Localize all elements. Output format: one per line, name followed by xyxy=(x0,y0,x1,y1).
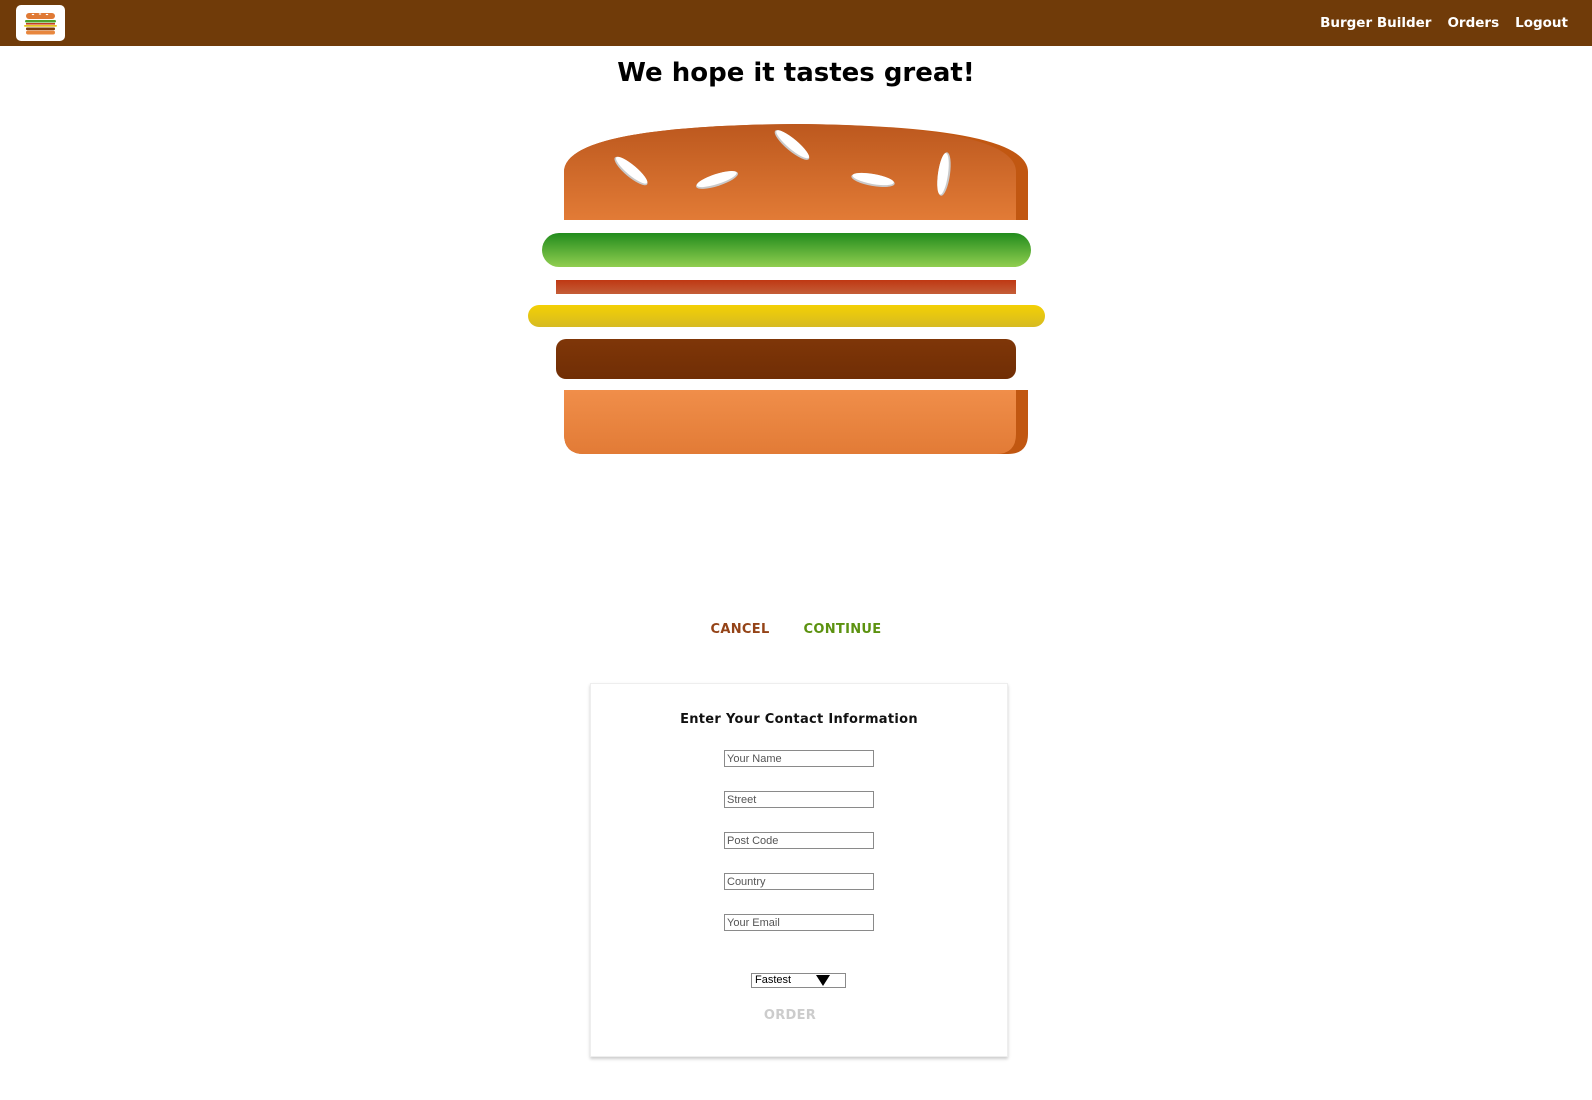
meat xyxy=(556,339,1016,379)
nav-logout[interactable]: Logout xyxy=(1515,15,1568,31)
continue-button[interactable]: CONTINUE xyxy=(804,622,882,637)
bread-top xyxy=(564,124,1028,220)
burger-preview xyxy=(520,120,1072,465)
bread-bottom xyxy=(564,390,1028,454)
cheese xyxy=(528,305,1045,327)
email-input[interactable] xyxy=(724,914,874,931)
form-heading: Enter Your Contact Information xyxy=(680,712,918,727)
order-button[interactable]: ORDER xyxy=(591,1008,1007,1023)
nav-orders[interactable]: Orders xyxy=(1447,15,1499,31)
bacon xyxy=(556,280,1016,294)
burger-logo[interactable] xyxy=(16,5,65,41)
toolbar: Burger Builder Orders Logout xyxy=(0,0,1592,46)
nav-burger-builder[interactable]: Burger Builder xyxy=(1320,15,1431,31)
name-input[interactable] xyxy=(724,750,874,767)
street-input[interactable] xyxy=(724,791,874,808)
burger-logo-icon xyxy=(24,13,57,35)
post-code-input[interactable] xyxy=(724,832,874,849)
delivery-method-select[interactable]: Fastest xyxy=(751,973,846,988)
main-nav: Burger Builder Orders Logout xyxy=(1304,0,1568,46)
dropdown-arrow-icon xyxy=(816,975,830,986)
cancel-button[interactable]: CANCEL xyxy=(711,622,770,637)
page-title: We hope it tastes great! xyxy=(617,58,975,88)
country-input[interactable] xyxy=(724,873,874,890)
salad xyxy=(542,233,1031,267)
delivery-method-value: Fastest xyxy=(755,974,792,986)
summary-actions: CANCEL CONTINUE xyxy=(0,622,1592,637)
contact-data-form: Enter Your Contact Information Fastest O… xyxy=(590,683,1008,1057)
